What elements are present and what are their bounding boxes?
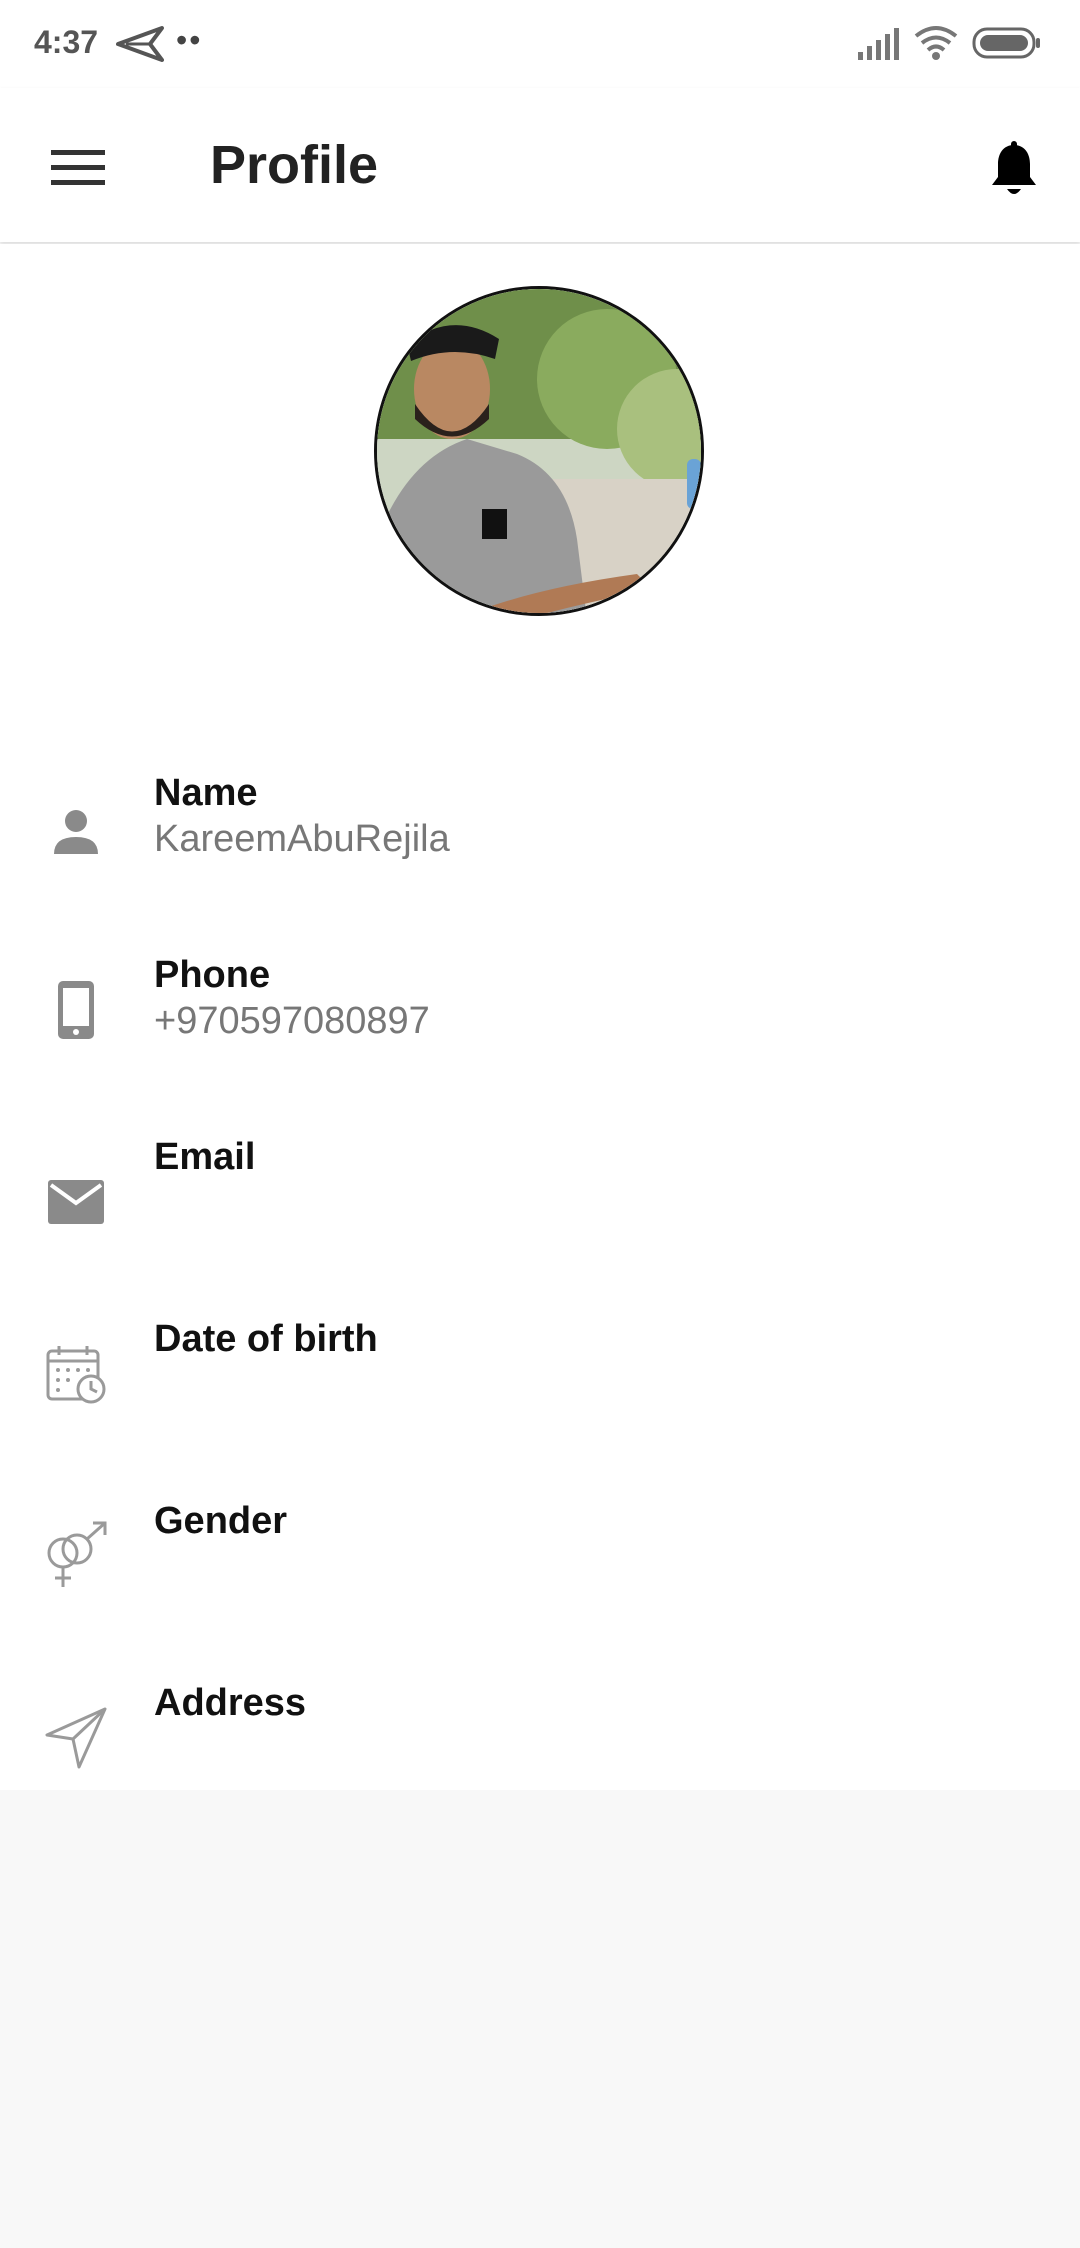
date-of-birth-label: Date of birth bbox=[154, 1318, 378, 1360]
phone-label: Phone bbox=[154, 954, 271, 996]
battery-icon bbox=[972, 27, 1040, 59]
email-row[interactable]: Email bbox=[0, 1136, 1080, 1320]
name-row[interactable]: Name KareemAbuRejila bbox=[0, 772, 1080, 956]
name-label: Name bbox=[154, 772, 258, 814]
name-value: KareemAbuRejila bbox=[154, 818, 450, 860]
mail-icon bbox=[48, 1180, 104, 1224]
date-of-birth-row[interactable]: Date of birth bbox=[0, 1318, 1080, 1502]
bell-icon bbox=[992, 141, 1036, 194]
app-bar: Profile bbox=[0, 88, 1080, 242]
profile-content: Name KareemAbuRejila Phone +970597080897… bbox=[0, 244, 1080, 1790]
email-label: Email bbox=[154, 1136, 256, 1178]
hamburger-menu-icon bbox=[51, 150, 105, 185]
profile-avatar[interactable] bbox=[374, 286, 704, 616]
profile-photo bbox=[377, 289, 701, 613]
person-icon bbox=[54, 810, 98, 854]
status-bar: 4:37 •• bbox=[0, 0, 1080, 88]
menu-button[interactable] bbox=[38, 128, 118, 208]
notifications-button[interactable] bbox=[974, 130, 1054, 210]
phone-icon bbox=[58, 981, 94, 1039]
gender-icon bbox=[47, 1521, 107, 1587]
wifi-icon bbox=[914, 26, 958, 60]
signal-icon bbox=[858, 28, 899, 60]
send-icon bbox=[116, 26, 164, 62]
phone-value: +970597080897 bbox=[154, 1000, 430, 1042]
status-time: 4:37 bbox=[34, 24, 99, 60]
gender-row[interactable]: Gender bbox=[0, 1500, 1080, 1684]
location-arrow-icon bbox=[45, 1707, 107, 1769]
gender-label: Gender bbox=[154, 1500, 288, 1542]
page-title: Profile bbox=[210, 135, 379, 195]
address-row[interactable]: Address bbox=[0, 1682, 1080, 1866]
address-label: Address bbox=[154, 1682, 307, 1724]
phone-row[interactable]: Phone +970597080897 bbox=[0, 954, 1080, 1138]
status-dots: •• bbox=[176, 22, 203, 58]
calendar-icon bbox=[46, 1346, 106, 1404]
